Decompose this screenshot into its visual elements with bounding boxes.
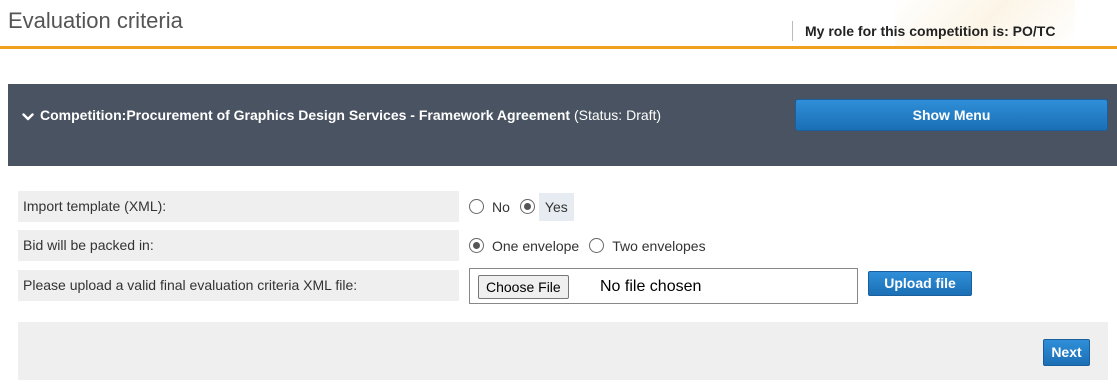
bid-packing-radio-group: One envelope Two envelopes [469, 230, 716, 261]
one-envelope-radio[interactable] [469, 238, 484, 253]
import-template-label: Import template (XML): [18, 191, 459, 222]
footer-bar: Next [18, 322, 1108, 380]
file-status-text: No file chosen [600, 278, 702, 295]
competition-name: Competition:Procurement of Graphics Desi… [40, 107, 571, 123]
page-title: Evaluation criteria [8, 8, 183, 33]
page-header: Evaluation criteria My role for this com… [0, 0, 1117, 50]
two-envelopes-label[interactable]: Two envelopes [612, 238, 705, 254]
competition-title: Competition:Procurement of Graphics Desi… [40, 105, 780, 125]
competition-bar: Competition:Procurement of Graphics Desi… [8, 84, 1117, 166]
one-envelope-label[interactable]: One envelope [492, 238, 579, 254]
next-button[interactable]: Next [1043, 339, 1090, 366]
upload-label: Please upload a valid final evaluation c… [18, 270, 459, 301]
role-indicator: My role for this competition is: PO/TC [792, 21, 1055, 41]
import-template-yes-radio[interactable] [519, 199, 535, 214]
bid-packing-label: Bid will be packed in: [18, 230, 459, 261]
role-text: My role for this competition is: PO/TC [805, 23, 1056, 39]
chevron-down-icon[interactable] [22, 111, 34, 123]
upload-file-button[interactable]: Upload file [868, 271, 972, 296]
import-template-no-radio[interactable] [469, 199, 484, 214]
competition-status: (Status: Draft) [570, 107, 662, 123]
import-template-yes-label[interactable]: Yes [538, 192, 574, 221]
file-input[interactable]: Choose File No file chosen [469, 268, 858, 304]
import-template-radio-group: No Yes [469, 191, 584, 222]
upload-row: Please upload a valid final evaluation c… [18, 268, 1018, 304]
show-menu-button[interactable]: Show Menu [795, 99, 1108, 131]
header-accent-line [0, 46, 1117, 49]
import-template-no-label[interactable]: No [492, 199, 510, 215]
two-envelopes-radio[interactable] [589, 238, 605, 253]
choose-file-button[interactable]: Choose File [478, 275, 569, 299]
